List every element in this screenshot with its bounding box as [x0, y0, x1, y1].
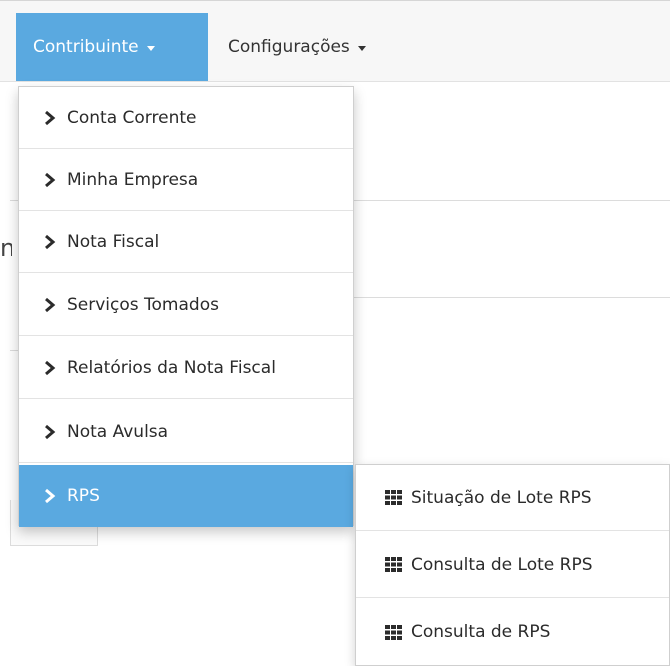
top-navbar: Contribuinte Configurações — [0, 0, 670, 82]
th-grid-icon — [385, 624, 402, 640]
menu-item-label: Nota Avulsa — [67, 421, 169, 442]
menu-item-rps[interactable]: RPS — [19, 465, 353, 527]
menu-item-nota-fiscal[interactable]: Nota Fiscal — [19, 211, 353, 273]
background-divider — [10, 350, 18, 351]
contribuinte-dropdown-menu: Conta Corrente Minha Empresa Nota Fiscal… — [18, 86, 354, 527]
submenu-item-situacao-lote-rps[interactable]: Situação de Lote RPS — [356, 465, 669, 531]
chevron-right-icon — [45, 297, 56, 312]
submenu-item-label: Consulta de RPS — [411, 622, 551, 642]
th-grid-icon — [385, 557, 402, 572]
nav-tab-label: Contribuinte — [33, 37, 139, 57]
menu-item-servicos-tomados[interactable]: Serviços Tomados — [19, 274, 353, 336]
menu-item-minha-empresa[interactable]: Minha Empresa — [19, 149, 353, 211]
chevron-right-icon — [45, 110, 56, 125]
background-partial-text: n — [0, 234, 12, 262]
menu-item-conta-corrente[interactable]: Conta Corrente — [19, 87, 353, 149]
menu-item-label: Relatórios da Nota Fiscal — [67, 357, 276, 378]
menu-item-label: Minha Empresa — [67, 169, 199, 190]
menu-item-label: Serviços Tomados — [67, 294, 219, 315]
menu-item-label: Conta Corrente — [67, 107, 197, 128]
chevron-right-icon — [45, 488, 56, 504]
chevron-right-icon — [45, 234, 56, 249]
caret-down-icon — [146, 45, 155, 51]
background-divider — [354, 297, 670, 298]
chevron-right-icon — [45, 360, 56, 375]
caret-down-icon — [357, 45, 366, 51]
submenu-item-label: Situação de Lote RPS — [411, 487, 592, 508]
nav-tab-configuracoes[interactable]: Configurações — [228, 13, 366, 81]
rps-submenu: Situação de Lote RPS Consulta de Lote RP… — [355, 464, 670, 666]
background-divider — [354, 200, 670, 201]
background-divider — [10, 200, 18, 201]
submenu-item-consulta-rps[interactable]: Consulta de RPS — [356, 599, 669, 665]
menu-item-label: Nota Fiscal — [67, 231, 160, 252]
menu-item-nota-avulsa[interactable]: Nota Avulsa — [19, 401, 353, 463]
menu-item-relatorios-nota-fiscal[interactable]: Relatórios da Nota Fiscal — [19, 337, 353, 399]
th-grid-icon — [385, 490, 402, 505]
chevron-right-icon — [45, 424, 56, 439]
submenu-item-label: Consulta de Lote RPS — [411, 554, 593, 575]
chevron-right-icon — [45, 172, 56, 187]
submenu-item-consulta-lote-rps[interactable]: Consulta de Lote RPS — [356, 532, 669, 598]
nav-tab-label: Configurações — [228, 37, 350, 57]
nav-tab-contribuinte[interactable]: Contribuinte — [16, 13, 208, 81]
menu-item-label: RPS — [67, 486, 100, 506]
